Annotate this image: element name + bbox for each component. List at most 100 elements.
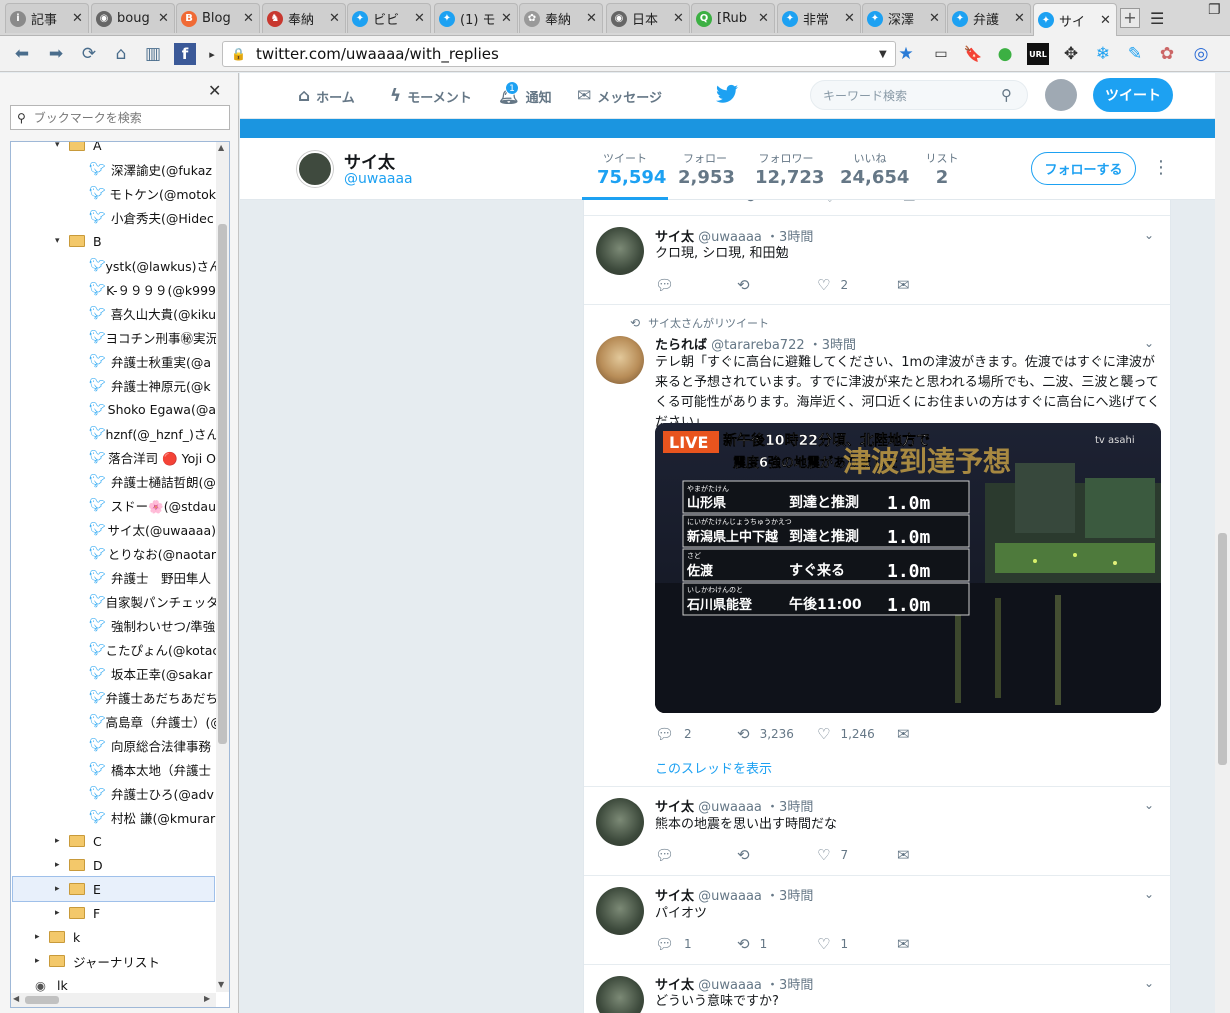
tweet-author-name[interactable]: たられば [655,338,707,353]
tweet-author-handle[interactable]: @tarareba722 [711,338,804,353]
tweet-author-name[interactable]: サイ太 [655,889,694,904]
bookmark-folder[interactable]: ▸ C [55,829,216,853]
dm-button[interactable]: ✉ [897,846,920,864]
bookmark-item[interactable]: 🐦︎ 弁護士 野田隼人 [89,565,216,589]
reader-icon[interactable]: ▭ [930,43,952,65]
bookmark-item[interactable]: 🐦︎ 坂本正幸(@sakar [89,661,216,685]
url-dropdown-icon[interactable]: ▼ [879,49,887,60]
tweet[interactable]: サイ太 @uwaaaa ・3時間 ⌄ クロ現, シロ現, 和田勉 💬︎ ⟲ ♡ 2… [584,216,1170,305]
close-icon[interactable]: ✕ [673,11,685,26]
tweet-avatar[interactable] [596,976,644,1013]
stat-likes[interactable]: いいね 24,654 [840,150,909,188]
extension-icon[interactable]: ✥ [1060,43,1082,65]
page-scrollbar[interactable] [1215,73,1230,1013]
bookmark-item[interactable]: 🐦︎ サイ太(@uwaaaa) [89,517,216,541]
like-button[interactable]: ♡ 2 [817,276,848,294]
window-restore-icon[interactable]: ❐ [1208,2,1221,18]
evernote-icon[interactable]: ● [994,43,1016,65]
reply-button[interactable]: 💬︎ 2 [655,725,692,743]
bookmark-item[interactable]: 🐦︎ 落合洋司 🔴 Yoji O [89,445,216,469]
sidebar-scroll-thumb[interactable] [218,224,227,744]
tweet-author-handle[interactable]: @uwaaaa [698,978,762,993]
overflow-chevron-icon[interactable]: ▸ [206,43,218,65]
browser-tab[interactable]: ✿ 奉納 ✕ [519,3,603,33]
more-options-icon[interactable]: ⋮ [1152,157,1170,178]
chevron-down-icon[interactable]: ▾ [55,142,69,150]
back-icon[interactable]: ⬅ [10,43,34,65]
tweet[interactable]: サイ太 @uwaaaa ・3時間 ⌄ どういう意味ですか? [584,965,1170,1013]
close-icon[interactable]: ✕ [329,11,341,26]
chevron-right-icon[interactable]: ▸ [55,908,69,918]
url-shortener-icon[interactable]: URL [1027,43,1049,65]
nav-moments[interactable]: ϟ モーメント [390,86,472,106]
retweet-icon[interactable]: ⟲ [743,200,766,206]
stat-lists[interactable]: リスト 2 [922,150,962,188]
bookmark-folder[interactable]: ▸ D [55,853,216,877]
follow-button[interactable]: フォローする [1031,152,1136,185]
browser-tab[interactable]: ✦ 非常 ✕ [777,3,861,33]
close-icon[interactable]: ✕ [208,81,221,100]
browser-tab[interactable]: ✦ ビビ ✕ [347,3,431,33]
tweet[interactable]: ⟲ サイ太さんがリツイート たられば @tarareba722 ・3時間 ⌄ テレ… [584,305,1170,787]
retweet-button[interactable]: ⟲ 3,236 [737,725,794,743]
bookmark-item[interactable]: 🐦︎ こたぴょん(@kotac [89,637,219,661]
tweet[interactable]: サイ太 @uwaaaa ・3時間 ⌄ パイオツ 💬︎ 1 ⟲ 1 ♡ 1 ✉ [584,876,1170,965]
heart-icon[interactable]: ♡ [823,200,846,206]
reply-button[interactable]: 💬︎ [655,846,684,864]
home-icon[interactable]: ⌂ [110,43,132,65]
tweet-avatar[interactable] [596,336,644,384]
tweet-time[interactable]: ・3時間 [766,230,813,245]
like-button[interactable]: ♡ 1,246 [817,725,875,743]
stat-tweets[interactable]: ツイート 75,594 [597,150,666,188]
browser-tab[interactable]: Q [Rub ✕ [691,3,775,33]
bookmark-item[interactable]: 🐦︎ 向原総合法律事務 [89,733,216,757]
close-icon[interactable]: ✕ [72,11,84,26]
bookmark-item[interactable]: 🐦︎ とりなお(@naotar [89,541,216,565]
chevron-down-icon[interactable]: ⌄ [1144,228,1154,242]
close-icon[interactable]: ✕ [758,11,770,26]
facebook-icon[interactable]: f [174,43,196,65]
close-icon[interactable]: ✕ [586,11,598,26]
chevron-down-icon[interactable]: ⌄ [1144,336,1154,350]
retweeted-by-text[interactable]: サイ太さんがリツイート [648,317,769,330]
stat-followers[interactable]: フォロワー 12,723 [755,150,824,188]
show-thread-link[interactable]: このスレッドを表示 [655,758,772,777]
chevron-down-icon[interactable]: ⌄ [1144,887,1154,901]
bookmark-folder[interactable]: ▸ E [12,876,215,902]
bookmark-icon[interactable]: 🔖 [962,43,984,65]
bookmark-folder[interactable]: ▸ k [35,925,216,949]
chevron-right-icon[interactable]: ▸ [55,836,69,846]
tweet-author-handle[interactable]: @uwaaaa [698,230,762,245]
sidebar-horizontal-scrollbar[interactable]: ◀ ▶ [11,993,216,1007]
chevron-right-icon[interactable]: ▸ [55,860,69,870]
bookmarks-sidebar-icon[interactable]: ▥ [142,43,164,65]
tweet-media-image[interactable]: LIVE tv asahi 新午後10時22分頃、北陸地方で 震度6強の地震があ… [655,423,1161,713]
bookmark-item[interactable]: 🐦︎ 橋本太地（弁護士 [89,757,216,781]
browser-tab[interactable]: ✦ 弁護 ✕ [947,3,1031,33]
browser-tab[interactable]: ◉ 日本 ✕ [606,3,690,33]
browser-tab[interactable]: ✦ サイ ✕ [1033,3,1117,36]
sidebar-hscroll-thumb[interactable] [25,996,59,1004]
browser-tab[interactable]: ✦ 深澤 ✕ [862,3,946,33]
envelope-icon[interactable]: ✉ [903,200,926,206]
bookmark-item[interactable]: 🐦︎ 強制わいせつ/準強 [89,613,216,637]
dm-button[interactable]: ✉ [897,935,920,953]
bookmark-star-icon[interactable]: ★ [896,43,916,65]
nav-messages[interactable]: ✉ メッセージ [577,86,662,106]
tweet-avatar[interactable] [596,798,644,846]
chevron-right-icon[interactable]: ▸ [35,956,49,966]
bookmark-item[interactable]: 🐦︎ モトケン(@motok [89,181,216,205]
tweet-avatar[interactable] [596,887,644,935]
close-icon[interactable]: ✕ [243,11,255,26]
close-icon[interactable]: ✕ [1100,13,1112,28]
search-icon[interactable]: ⚲ [1001,86,1012,104]
bookmark-folder[interactable]: ▸ ジャーナリスト [35,949,216,973]
tweet-time[interactable]: ・3時間 [766,889,813,904]
bookmark-item[interactable]: 🐦︎ hznf(@_hznf_)さん [89,421,219,445]
bookmark-item[interactable]: 🐦︎ スドー🌸(@stdau [89,493,216,517]
tweet-author-handle[interactable]: @uwaaaa [698,889,762,904]
tweet-author-handle[interactable]: @uwaaaa [698,800,762,815]
close-icon[interactable]: ✕ [414,11,426,26]
bookmark-item[interactable]: 🐦︎ 高島章（弁護士）(@ [89,709,223,733]
profile-avatar[interactable] [297,151,333,187]
